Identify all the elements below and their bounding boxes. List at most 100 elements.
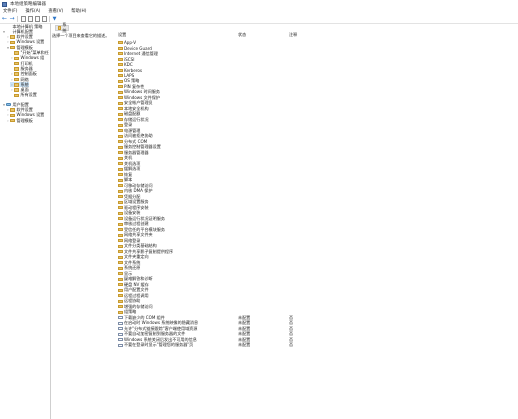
folder-icon (118, 184, 123, 188)
folder-icon (10, 113, 15, 118)
folder-icon (118, 129, 123, 133)
folder-icon (118, 261, 123, 265)
folder-icon (57, 26, 61, 30)
setting-comment: 否 (289, 342, 294, 348)
folder-icon (118, 178, 123, 182)
computer-icon (6, 30, 11, 34)
folder-icon (118, 239, 123, 243)
list-item[interactable]: 不要在登录时显示"管理您的服务器"页 未配置 否 (118, 342, 518, 349)
tree-node[interactable]: › 管理模板 (6, 118, 33, 123)
folder-icon (14, 67, 19, 71)
toolbar-separator (48, 15, 49, 22)
policy-setting-icon (118, 338, 123, 342)
folder-icon (10, 40, 15, 45)
folder-icon (118, 310, 123, 314)
tab-system[interactable]: 系统 (55, 22, 69, 33)
computer-icon (6, 25, 11, 29)
folder-icon (14, 72, 19, 76)
policy-setting-icon (118, 316, 123, 320)
folder-icon (118, 140, 123, 144)
folder-icon (118, 189, 123, 193)
folder-icon (14, 61, 19, 66)
tree-node-label: 管理模板 (16, 117, 33, 123)
folder-icon (118, 167, 123, 171)
policy-setting-icon (118, 327, 123, 331)
folder-icon (14, 51, 19, 55)
title-bar: 本地组策略编辑器 (0, 0, 518, 8)
folder-icon (10, 45, 15, 50)
details-pane: 系统 选择一个项目来查看它的描述。 设置 状态 注释 App-V Device G… (51, 22, 518, 419)
tree-node-label: 所有设置 (20, 92, 37, 98)
folder-icon (118, 90, 123, 94)
folder-icon (118, 107, 123, 111)
folder-icon (118, 244, 123, 248)
folder-icon (118, 233, 123, 237)
settings-list: 设置 状态 注释 App-V Device Guard Internet 通信管理 i… (118, 31, 518, 419)
folder-icon (118, 299, 123, 303)
folder-icon (118, 123, 123, 127)
folder-icon (118, 211, 123, 215)
folder-icon (10, 35, 15, 39)
folder-icon (118, 134, 123, 138)
settings-rows: App-V Device Guard Internet 通信管理 iSCSI KDC Ke… (118, 40, 518, 348)
tree-pane: 本地计算机 策略 ▾ 计算机配置 › 软件设置 › Windows 设置 ▾ 管理模板 "开始"菜… (0, 23, 51, 419)
folder-icon (118, 52, 123, 56)
user-icon (6, 102, 11, 107)
toolbar-separator (17, 15, 18, 22)
setting-state: 未配置 (238, 342, 251, 348)
folder-icon (14, 93, 19, 98)
policy-setting-icon (118, 321, 123, 325)
description-text: 选择一个项目来查看它的描述。 (52, 33, 110, 38)
column-header-comment[interactable]: 注释 (289, 31, 297, 39)
policy-setting-icon (118, 332, 123, 336)
folder-icon (118, 173, 123, 177)
folder-icon (118, 272, 123, 276)
forward-arrow-icon[interactable]: → (9, 15, 15, 22)
policy-setting-icon (118, 343, 123, 347)
folder-icon (118, 206, 123, 210)
folder-icon (118, 41, 123, 45)
setting-name: App-V (124, 40, 137, 46)
folder-icon (14, 88, 19, 92)
folder-icon (10, 108, 15, 112)
folder-icon (118, 266, 123, 270)
folder-icon (14, 77, 19, 82)
folder-icon (118, 68, 123, 72)
properties-icon[interactable] (27, 15, 33, 22)
folder-icon (118, 118, 123, 122)
filter-icon[interactable]: ▼ (52, 16, 58, 22)
folder-icon (118, 195, 123, 199)
export-list-icon[interactable] (41, 15, 47, 22)
folder-icon (118, 277, 123, 281)
column-header-state[interactable]: 状态 (238, 31, 246, 39)
setting-name: KDC (124, 62, 133, 68)
folder-icon (118, 85, 123, 89)
folder-icon (118, 162, 123, 166)
help-icon[interactable] (34, 15, 40, 22)
folder-icon (118, 101, 123, 105)
folder-icon (118, 96, 123, 100)
window-title: 本地组策略编辑器 (10, 2, 46, 7)
back-arrow-icon[interactable]: ← (2, 15, 8, 22)
tree-node[interactable]: 所有设置 (10, 92, 37, 98)
setting-name: Kerberos (124, 67, 143, 73)
folder-icon (118, 294, 123, 298)
folder-icon (118, 156, 123, 160)
folder-icon (14, 83, 19, 87)
folder-icon (118, 63, 123, 67)
folder-icon (118, 305, 123, 309)
setting-name: iSCSI (124, 56, 135, 62)
folder-icon (118, 250, 123, 254)
folder-icon (118, 255, 123, 259)
folder-icon (118, 112, 123, 116)
folder-icon (118, 57, 123, 61)
folder-icon (118, 46, 123, 50)
show-hide-tree-icon[interactable] (20, 15, 26, 22)
folder-icon (118, 288, 123, 292)
folder-icon (118, 151, 123, 155)
folder-icon (118, 283, 123, 287)
folder-icon (118, 217, 123, 221)
column-header-setting[interactable]: 设置 (118, 31, 126, 39)
folder-icon (10, 118, 15, 123)
folder-icon (118, 74, 123, 78)
